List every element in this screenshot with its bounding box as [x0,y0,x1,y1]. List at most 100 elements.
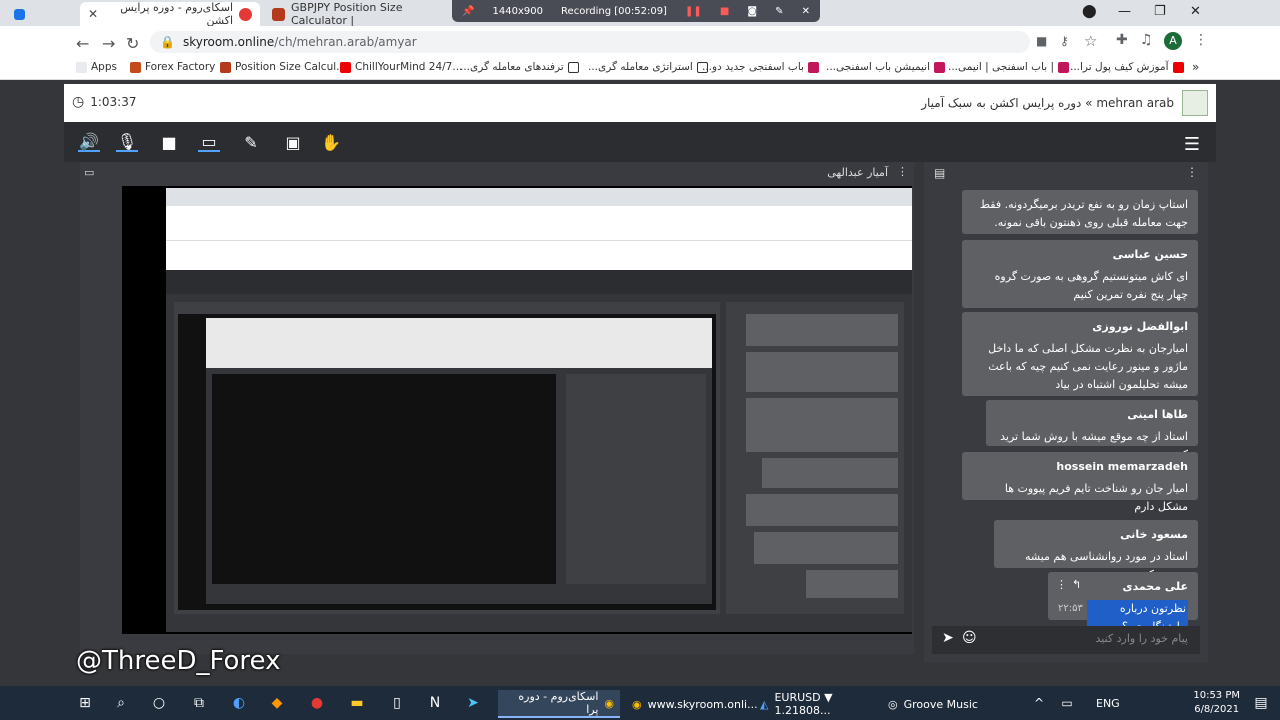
chrome-icon: ◉ [604,696,614,710]
bookmark-spongebob-new[interactable]: باب اسفنجی جدید دو... [702,61,819,73]
nested-video-screen [178,314,716,610]
apps-grid-icon [76,61,87,73]
camera-blocked-icon[interactable]: ■ [1036,34,1047,48]
edge-icon[interactable]: ◐ [230,694,248,712]
more-bookmarks-icon[interactable]: » [1192,60,1199,74]
nested-room [166,294,912,632]
chat-menu-icon[interactable]: ⋮ [1186,165,1198,179]
bookmark-chillyourmind[interactable]: ChillYourMind 24/7... [340,61,462,73]
taskbar-clock[interactable]: 10:53 PM 6/8/2021 [1193,689,1240,717]
presentation-icon[interactable]: ▣ [282,132,304,152]
video-panel-header: ▭ آمیار عبدالهی ⋮ [80,162,914,184]
bookmark-apps[interactable]: Apps [76,61,117,73]
profile-menu-icon[interactable]: ⬤ [1082,4,1097,19]
document-icon[interactable]: ▯ [388,694,406,712]
panel-menu-icon[interactable]: ⋮ [897,165,908,178]
tab-title: GBPJPY Position Size Calculator | [291,1,403,27]
emoji-icon[interactable]: ☺ [962,630,977,646]
nested-toolbar [166,270,912,294]
chat-message: ابوالفضل نوروزی امیارجان به نظرت مشکل اص… [962,312,1198,396]
nested-recursive-screen [206,318,712,604]
bookmark-label: Apps [91,61,117,73]
telegram-icon[interactable]: ➤ [464,694,482,712]
message-menu-icon[interactable]: ⋮ [1056,576,1067,594]
back-icon[interactable]: ← [76,34,89,53]
language-indicator[interactable]: ENG [1096,697,1120,710]
minimize-icon[interactable]: — [1118,4,1131,19]
pause-icon[interactable]: ❚❚ [685,6,702,17]
media-icon[interactable]: ♫ [1140,32,1153,48]
taskbar-app-chrome-www[interactable]: ◉ www.skyroom.onli... [626,690,758,718]
brush-icon[interactable]: ✎ [240,132,262,152]
browser-tab-strip: اسکای‌روم - دوره پرایس اکشن ✕ GBPJPY Pos… [0,0,1280,27]
notifications-icon[interactable]: ▤ [1252,694,1270,712]
tab-gbpjpy[interactable]: GBPJPY Position Size Calculator | [264,1,454,27]
microphone-icon[interactable]: 🎙 [116,132,138,152]
chat-panel: ▤ ⋮ استاپ زمان رو به نفع تریدر برمیگردون… [924,162,1208,662]
url-path: /ch/mehran.arab/amyar [274,35,417,49]
close-tab-icon[interactable]: ✕ [88,7,98,21]
menu-kebab-icon[interactable]: ⋮ [1194,32,1208,48]
raise-hand-icon[interactable]: ✋ [320,132,342,152]
bookmark-spongebob-anime[interactable]: | باب اسفنجی | انیمی... [948,61,1069,73]
media-app-icon[interactable]: ● [308,694,326,712]
bookmark-label: استراتژی معامله گری... [588,61,693,73]
bookmark-favicon-icon [567,61,579,73]
pen-icon[interactable]: ✎ [775,6,783,17]
lock-icon: 🔒 [160,35,175,49]
skyroom-logo [1182,90,1208,116]
bookmark-strategy[interactable]: استراتژی معامله گری... [588,61,708,73]
close-icon[interactable]: ✕ [802,6,810,17]
tab-skyroom[interactable]: اسکای‌روم - دوره پرایس اکشن ✕ [80,1,260,27]
screen-share-icon[interactable]: ▭ [198,132,220,152]
bookmark-label: آموزش کیف پول ترا... [1070,61,1169,73]
reload-icon[interactable]: ↻ [126,34,139,53]
reply-icon[interactable]: ↰ [1072,576,1081,594]
taskbar-app-chrome-skyroom[interactable]: ◉ اسکای‌روم - دوره پرا [498,690,620,718]
key-icon[interactable]: ⚷ [1060,34,1069,48]
nested-chat-bubble [746,352,898,392]
bookmark-position-size[interactable]: Position Size Calcul... [220,61,346,73]
taskbar-app-label: Groove Music [903,697,978,711]
bookmark-forexfactory[interactable]: Forex Factory [130,61,215,73]
notion-icon[interactable]: N [426,694,444,712]
maximize-icon[interactable]: ❐ [1154,4,1166,19]
chat-input[interactable]: پیام خود را وارد کنید ➤ ☺ [932,626,1200,654]
forward-icon[interactable]: → [102,34,115,53]
chevron-up-icon[interactable]: ^ [1030,694,1048,712]
groove-music-icon: ◎ [888,697,898,711]
chat-message-selected: ⋮ ↰ علی محمدی نظرتون درباره مارتینگل چیه… [1048,572,1198,636]
taskbar-app-eurusd[interactable]: ◭ EURUSD ▼ 1.21808... [754,690,880,718]
profile-avatar[interactable]: A [1164,32,1182,50]
stop-icon[interactable]: ■ [720,6,729,17]
monitor-icon: ▭ [84,166,95,179]
task-view-icon[interactable]: ⧉ [190,694,208,712]
star-icon[interactable]: ☆ [1084,32,1097,50]
chat-header: ▤ ⋮ [924,162,1208,184]
cortana-icon[interactable]: ○ [150,694,168,712]
file-explorer-icon[interactable]: ▬ [348,694,366,712]
extensions-icon[interactable]: ✚ [1116,32,1128,48]
bookmark-wallet[interactable]: آموزش کیف پول ترا... [1070,61,1184,73]
close-window-icon[interactable]: ✕ [1190,4,1201,19]
tab-icon-only[interactable] [6,2,78,26]
network-icon[interactable]: ▭ [1058,694,1076,712]
taskbar-app-groove[interactable]: ◎ Groove Music [882,690,992,718]
camera-icon[interactable]: ■ [158,132,180,152]
message-author: hossein memarzadeh [1056,460,1188,473]
url-field[interactable]: 🔒 skyroom.online /ch/mehran.arab/amyar [150,31,1030,53]
speaker-icon[interactable]: 🔊 [78,132,100,152]
nested-address-bar [166,206,912,240]
chat-message: حسین عباسی ای کاش میتونستیم گروهی به صور… [962,240,1198,308]
windows-start-icon[interactable]: ⊞ [76,694,94,712]
bookmark-tricks[interactable]: ترفندهای معامله گری... [460,61,579,73]
search-icon[interactable]: ⌕ [112,694,130,712]
breadcrumb[interactable]: mehran arab » دوره پرایس اکشن به سبک آمی… [921,96,1174,110]
bookmark-spongebob-anim[interactable]: انیمیشن باب اسفنجی... [826,61,946,73]
camera-icon[interactable]: ◙ [747,6,757,17]
menu-icon[interactable]: ☰ [1184,134,1200,155]
app-icon[interactable]: ◆ [268,694,286,712]
bookmark-label: Forex Factory [145,61,216,73]
send-icon[interactable]: ➤ [942,630,954,646]
pin-icon[interactable]: 📌 [462,6,474,17]
